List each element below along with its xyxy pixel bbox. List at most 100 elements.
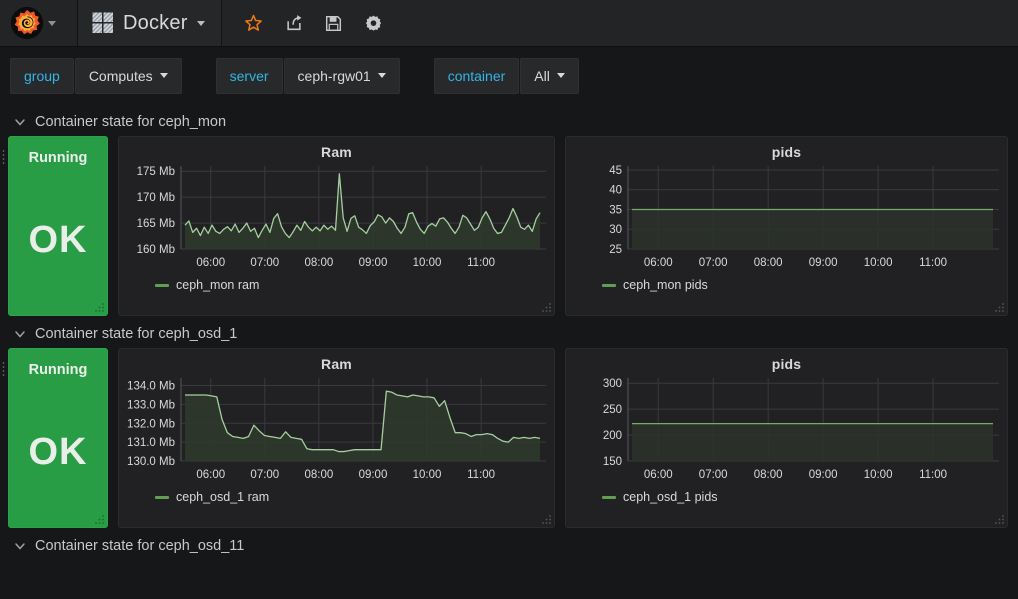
svg-text:150: 150: [603, 456, 622, 468]
panel-resize-handle[interactable]: [994, 302, 1005, 313]
graph-canvas: 130.0 Mb 131.0 Mb 132.0 Mb 133.0 Mb 134.0 Mb…: [127, 378, 546, 481]
caret-down-icon: [556, 73, 565, 78]
svg-text:132.0 Mb: 132.0 Mb: [127, 418, 175, 430]
graph-canvas: 25 30 35 40 45 06:00 07:00 08:00 09:00 10:00 11:00: [609, 165, 999, 269]
svg-text:25: 25: [609, 244, 622, 256]
star-icon: [245, 14, 262, 31]
svg-text:10:00: 10:00: [413, 469, 442, 481]
graph-canvas: 160 Mb 165 Mb 170 Mb 175 Mb 06:00 07:00 08:00 0…: [137, 166, 546, 269]
row-title: Container state for ceph_osd_11: [35, 538, 245, 554]
svg-text:08:00: 08:00: [754, 257, 783, 269]
variable-select-group[interactable]: Computes: [74, 57, 182, 94]
panel-title: pids: [771, 144, 802, 160]
save-icon: [326, 15, 342, 31]
legend-label: ceph_osd_1 pids: [623, 490, 718, 504]
panel-row-ceph-mon: Running OK Ram 160 Mb 165 Mb 170 Mb 175 Mb 0…: [2, 136, 1010, 316]
graph-legend: ceph_osd_1 ram: [119, 487, 554, 504]
svg-text:09:00: 09:00: [359, 469, 388, 481]
legend-color-marker: [602, 283, 616, 287]
svg-text:175 Mb: 175 Mb: [137, 166, 175, 178]
svg-text:08:00: 08:00: [304, 469, 333, 481]
panel-resize-handle[interactable]: [541, 514, 552, 525]
svg-text:160 Mb: 160 Mb: [137, 244, 175, 256]
row-header-ceph-osd-1[interactable]: Container state for ceph_osd_1: [8, 320, 1010, 348]
svg-text:35: 35: [609, 204, 622, 216]
panel-ceph-osd-1-pids[interactable]: pids 150 200 250 300 06:00 07:00 08:00 09:00 10:…: [565, 348, 1008, 528]
svg-text:250: 250: [603, 404, 622, 416]
legend-label: ceph_mon ram: [176, 278, 260, 292]
star-button[interactable]: [234, 0, 274, 47]
legend-color-marker: [155, 283, 169, 287]
panel-row-ceph-osd-1: Running OK Ram 130.0 Mb 131.0 Mb 132.0 Mb 1…: [2, 348, 1010, 528]
variable-label-group: group: [10, 57, 74, 94]
graph-ceph-osd-1-pids[interactable]: 150 200 250 300 06:00 07:00 08:00 09:00 10:00 11:…: [566, 372, 1007, 487]
graph-legend: ceph_osd_1 pids: [566, 487, 1007, 504]
svg-text:170 Mb: 170 Mb: [137, 192, 175, 204]
share-button[interactable]: [274, 0, 314, 47]
grafana-logo-menu[interactable]: [0, 0, 78, 46]
svg-text:131.0 Mb: 131.0 Mb: [127, 437, 175, 449]
variable-group-server: server ceph-rgw01: [215, 57, 400, 94]
legend-color-marker: [602, 495, 616, 499]
row-title: Container state for ceph_mon: [35, 114, 227, 130]
chevron-down-icon: [15, 543, 25, 550]
navbar-tools: [222, 0, 394, 46]
dashboard-body: Container state for ceph_mon Running OK …: [0, 108, 1018, 560]
panel-title: pids: [771, 356, 802, 372]
stat-panel-title: Running: [28, 150, 88, 166]
panel-ceph-mon-pids[interactable]: pids 25 30 35 40 45 06:00 07:00 08:00 09:00 10:00…: [565, 136, 1008, 316]
panel-resize-handle[interactable]: [94, 514, 105, 525]
settings-button[interactable]: [354, 0, 394, 47]
graph-legend: ceph_mon pids: [566, 275, 1007, 292]
stat-panel-value: OK: [28, 431, 88, 473]
graph-ceph-osd-1-ram[interactable]: 130.0 Mb 131.0 Mb 132.0 Mb 133.0 Mb 134.0 Mb…: [119, 372, 554, 487]
stat-panel-title: Running: [28, 362, 88, 378]
panel-ceph-osd-1-state[interactable]: Running OK: [2, 348, 108, 528]
variable-group-container: container All: [433, 57, 579, 94]
svg-text:130.0 Mb: 130.0 Mb: [127, 456, 175, 468]
legend-label: ceph_mon pids: [623, 278, 708, 292]
panel-ceph-mon-ram[interactable]: Ram 160 Mb 165 Mb 170 Mb 175 Mb 06:00 07:00 08…: [118, 136, 555, 316]
svg-text:06:00: 06:00: [644, 469, 673, 481]
variable-value-container: All: [534, 67, 550, 84]
row-header-ceph-osd-11[interactable]: Container state for ceph_osd_11: [8, 532, 1010, 560]
chevron-down-icon: [15, 331, 25, 338]
stat-panel-value: OK: [28, 219, 88, 261]
svg-text:11:00: 11:00: [467, 257, 495, 269]
variable-value-server: ceph-rgw01: [297, 67, 371, 84]
dashboard-title-menu[interactable]: Docker: [78, 0, 222, 46]
svg-text:09:00: 09:00: [809, 469, 838, 481]
panel-resize-handle[interactable]: [994, 514, 1005, 525]
row-title: Container state for ceph_osd_1: [35, 326, 238, 342]
panel-ceph-osd-1-ram[interactable]: Ram 130.0 Mb 131.0 Mb 132.0 Mb 133.0 Mb 134.…: [118, 348, 555, 528]
logo-caret-down-icon[interactable]: [48, 20, 56, 26]
svg-text:10:00: 10:00: [413, 257, 442, 269]
svg-text:08:00: 08:00: [304, 257, 333, 269]
panel-title: Ram: [321, 356, 352, 372]
dashboard-grid-icon: [92, 12, 113, 33]
dashboard-title-caret-down-icon[interactable]: [196, 20, 205, 26]
legend-label: ceph_osd_1 ram: [176, 490, 270, 504]
chevron-down-icon: [15, 119, 25, 126]
graph-ceph-mon-ram[interactable]: 160 Mb 165 Mb 170 Mb 175 Mb 06:00 07:00 08:00 0…: [119, 160, 554, 275]
panel-drag-handle[interactable]: [2, 149, 7, 167]
svg-text:07:00: 07:00: [699, 257, 728, 269]
panel-resize-handle[interactable]: [94, 302, 105, 313]
graph-legend: ceph_mon ram: [119, 275, 554, 292]
variable-select-server[interactable]: ceph-rgw01: [283, 57, 400, 94]
svg-text:133.0 Mb: 133.0 Mb: [127, 399, 175, 411]
top-navbar: Docker: [0, 0, 1018, 47]
caret-down-icon: [377, 73, 386, 78]
row-header-ceph-mon[interactable]: Container state for ceph_mon: [8, 108, 1010, 136]
svg-text:07:00: 07:00: [699, 469, 728, 481]
panel-drag-handle[interactable]: [2, 361, 7, 379]
save-button[interactable]: [314, 0, 354, 47]
graph-ceph-mon-pids[interactable]: 25 30 35 40 45 06:00 07:00 08:00 09:00 10:00 11:00: [566, 160, 1007, 275]
panel-ceph-mon-state[interactable]: Running OK: [2, 136, 108, 316]
svg-text:165 Mb: 165 Mb: [137, 218, 175, 230]
svg-text:06:00: 06:00: [196, 257, 225, 269]
variable-select-container[interactable]: All: [520, 57, 579, 94]
gear-icon: [365, 15, 382, 31]
caret-down-icon: [159, 73, 168, 78]
panel-resize-handle[interactable]: [541, 302, 552, 313]
